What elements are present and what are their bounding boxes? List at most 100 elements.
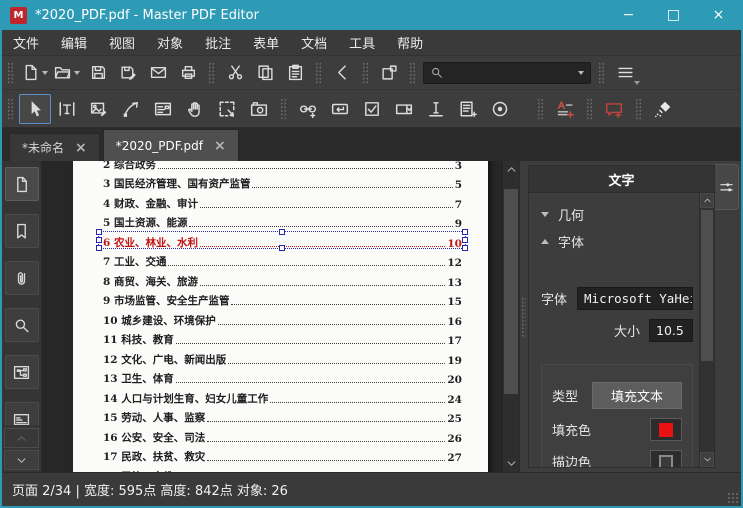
edit-image-tool-button[interactable]	[83, 94, 115, 124]
selection-handle-br[interactable]	[462, 245, 468, 251]
toc-row-15[interactable]: 15 劳动、人事、监察25	[103, 406, 462, 426]
radio-button-tool-button[interactable]	[484, 94, 516, 124]
toc-row-5[interactable]: 5 国土资源、能源9	[103, 211, 462, 231]
fill-color-swatch-button[interactable]	[650, 418, 682, 441]
doc-scroll-thumb[interactable]	[504, 189, 518, 394]
checkbox-tool-button[interactable]	[356, 94, 388, 124]
panel-scroll-up-button[interactable]	[700, 193, 714, 208]
search-panel-button[interactable]	[5, 308, 39, 342]
cut-button[interactable]	[220, 59, 250, 87]
properties-tab-button[interactable]	[715, 164, 739, 210]
close-tab-icon[interactable]: ×	[75, 141, 87, 155]
menu-tools[interactable]: 工具	[338, 30, 386, 55]
menu-document[interactable]: 文档	[290, 30, 338, 55]
new-document-button[interactable]	[19, 59, 51, 87]
print-button[interactable]	[173, 59, 203, 87]
panel-scroll-down-button[interactable]	[700, 452, 714, 467]
panel-scroll-track[interactable]	[700, 208, 714, 452]
font-family-field[interactable]: Microsoft YaHei	[577, 287, 693, 310]
select-area-tool-button[interactable]	[211, 94, 243, 124]
text-field-tool-button[interactable]	[420, 94, 452, 124]
edit-forms-tool-button[interactable]	[147, 94, 179, 124]
document-tab-2020-pdf[interactable]: *2020_PDF.pdf×	[103, 129, 239, 161]
toc-row-7[interactable]: 7 工业、交通12	[103, 250, 462, 270]
close-button[interactable]: ×	[696, 0, 741, 30]
select-tool-button[interactable]	[19, 94, 51, 124]
selection-handle-mr[interactable]	[462, 237, 468, 243]
toc-row-17[interactable]: 17 民政、扶贫、救灾27	[103, 445, 462, 465]
stroke-color-swatch-button[interactable]	[650, 450, 682, 467]
dropdown-caret-icon[interactable]	[634, 81, 640, 85]
pages-panel-button[interactable]	[5, 167, 39, 201]
combobox-tool-button[interactable]	[388, 94, 420, 124]
doc-scroll-down-button[interactable]	[503, 455, 519, 472]
save-as-button[interactable]	[113, 59, 143, 87]
save-button[interactable]	[83, 59, 113, 87]
hand-tool-button[interactable]	[179, 94, 211, 124]
toc-row-14[interactable]: 14 人口与计划生育、妇女儿童工作24	[103, 386, 462, 406]
panel-scroll-thumb[interactable]	[701, 210, 713, 361]
push-button-tool-button[interactable]	[324, 94, 356, 124]
resize-grip[interactable]	[727, 492, 739, 504]
eraser-tool-button[interactable]	[647, 94, 679, 124]
toc-row-18[interactable]: 18 民族、宗教28	[103, 464, 462, 472]
add-link-tool-button[interactable]	[292, 94, 324, 124]
panel-splitter-handle[interactable]	[521, 297, 526, 337]
toc-row-8[interactable]: 8 商贸、海关、旅游13	[103, 269, 462, 289]
selection-handle-tl[interactable]	[96, 229, 102, 235]
pdf-page[interactable]: 2 综合政务33 国民经济管理、国有资产监管54 财政、金融、审计75 国土资源…	[73, 161, 488, 472]
menu-edit[interactable]: 编辑	[50, 30, 98, 55]
toc-row-11[interactable]: 11 科技、教育17	[103, 328, 462, 348]
fill-type-select[interactable]: 填充文本	[592, 382, 682, 409]
open-file-button[interactable]	[51, 59, 83, 87]
section-font[interactable]: 字体	[541, 228, 693, 255]
search-box[interactable]	[423, 62, 591, 84]
selection-handle-bl[interactable]	[96, 245, 102, 251]
screenshot-tool-button[interactable]	[243, 94, 275, 124]
toc-row-6[interactable]: 6 农业、林业、水利10	[103, 230, 462, 250]
selection-handle-tr[interactable]	[462, 229, 468, 235]
menu-object[interactable]: 对象	[146, 30, 194, 55]
dropdown-caret-icon[interactable]	[42, 71, 48, 75]
toc-row-12[interactable]: 12 文化、广电、新闻出版19	[103, 347, 462, 367]
toc-row-2[interactable]: 2 综合政务3	[103, 161, 462, 172]
back-button[interactable]	[327, 59, 357, 87]
document-scrollbar[interactable]	[502, 161, 519, 472]
text-style-tool-button[interactable]	[549, 94, 581, 124]
close-tab-icon[interactable]: ×	[214, 139, 226, 153]
menu-view[interactable]: 视图	[98, 30, 146, 55]
paste-button[interactable]	[280, 59, 310, 87]
sidebar-scroll-down-button[interactable]	[4, 450, 39, 470]
panel-scrollbar[interactable]	[699, 193, 714, 467]
edit-text-tool-button[interactable]	[51, 94, 83, 124]
minimize-button[interactable]: −	[606, 0, 651, 30]
doc-scroll-track[interactable]	[503, 178, 519, 455]
edit-path-tool-button[interactable]	[115, 94, 147, 124]
menu-file[interactable]: 文件	[2, 30, 50, 55]
toc-row-9[interactable]: 9 市场监管、安全生产监管15	[103, 289, 462, 309]
add-annotation-tool-button[interactable]	[598, 94, 630, 124]
toc-row-3[interactable]: 3 国民经济管理、国有资产监管5	[103, 172, 462, 192]
toc-row-13[interactable]: 13 卫生、体育20	[103, 367, 462, 387]
document-tab-untitled[interactable]: *未命名×	[9, 133, 100, 161]
bookmarks-panel-button[interactable]	[5, 214, 39, 248]
dropdown-caret-icon[interactable]	[74, 71, 80, 75]
attachments-panel-button[interactable]	[5, 261, 39, 295]
form-fields-panel-button[interactable]	[5, 355, 39, 389]
listbox-tool-button[interactable]	[452, 94, 484, 124]
fit-window-button[interactable]	[374, 59, 404, 87]
menu-help[interactable]: 帮助	[386, 30, 434, 55]
selection-handle-tc[interactable]	[279, 229, 285, 235]
menu-forms[interactable]: 表单	[242, 30, 290, 55]
section-geometry[interactable]: 几何	[541, 201, 693, 228]
toc-row-4[interactable]: 4 财政、金融、审计7	[103, 191, 462, 211]
toc-row-10[interactable]: 10 城乡建设、环境保护16	[103, 308, 462, 328]
selection-handle-ml[interactable]	[96, 237, 102, 243]
search-input[interactable]	[443, 66, 575, 80]
menu-annotate[interactable]: 批注	[194, 30, 242, 55]
toc-row-16[interactable]: 16 公安、安全、司法26	[103, 425, 462, 445]
copy-button[interactable]	[250, 59, 280, 87]
send-email-button[interactable]	[143, 59, 173, 87]
doc-scroll-up-button[interactable]	[503, 161, 519, 178]
main-menu-button[interactable]	[610, 59, 640, 87]
